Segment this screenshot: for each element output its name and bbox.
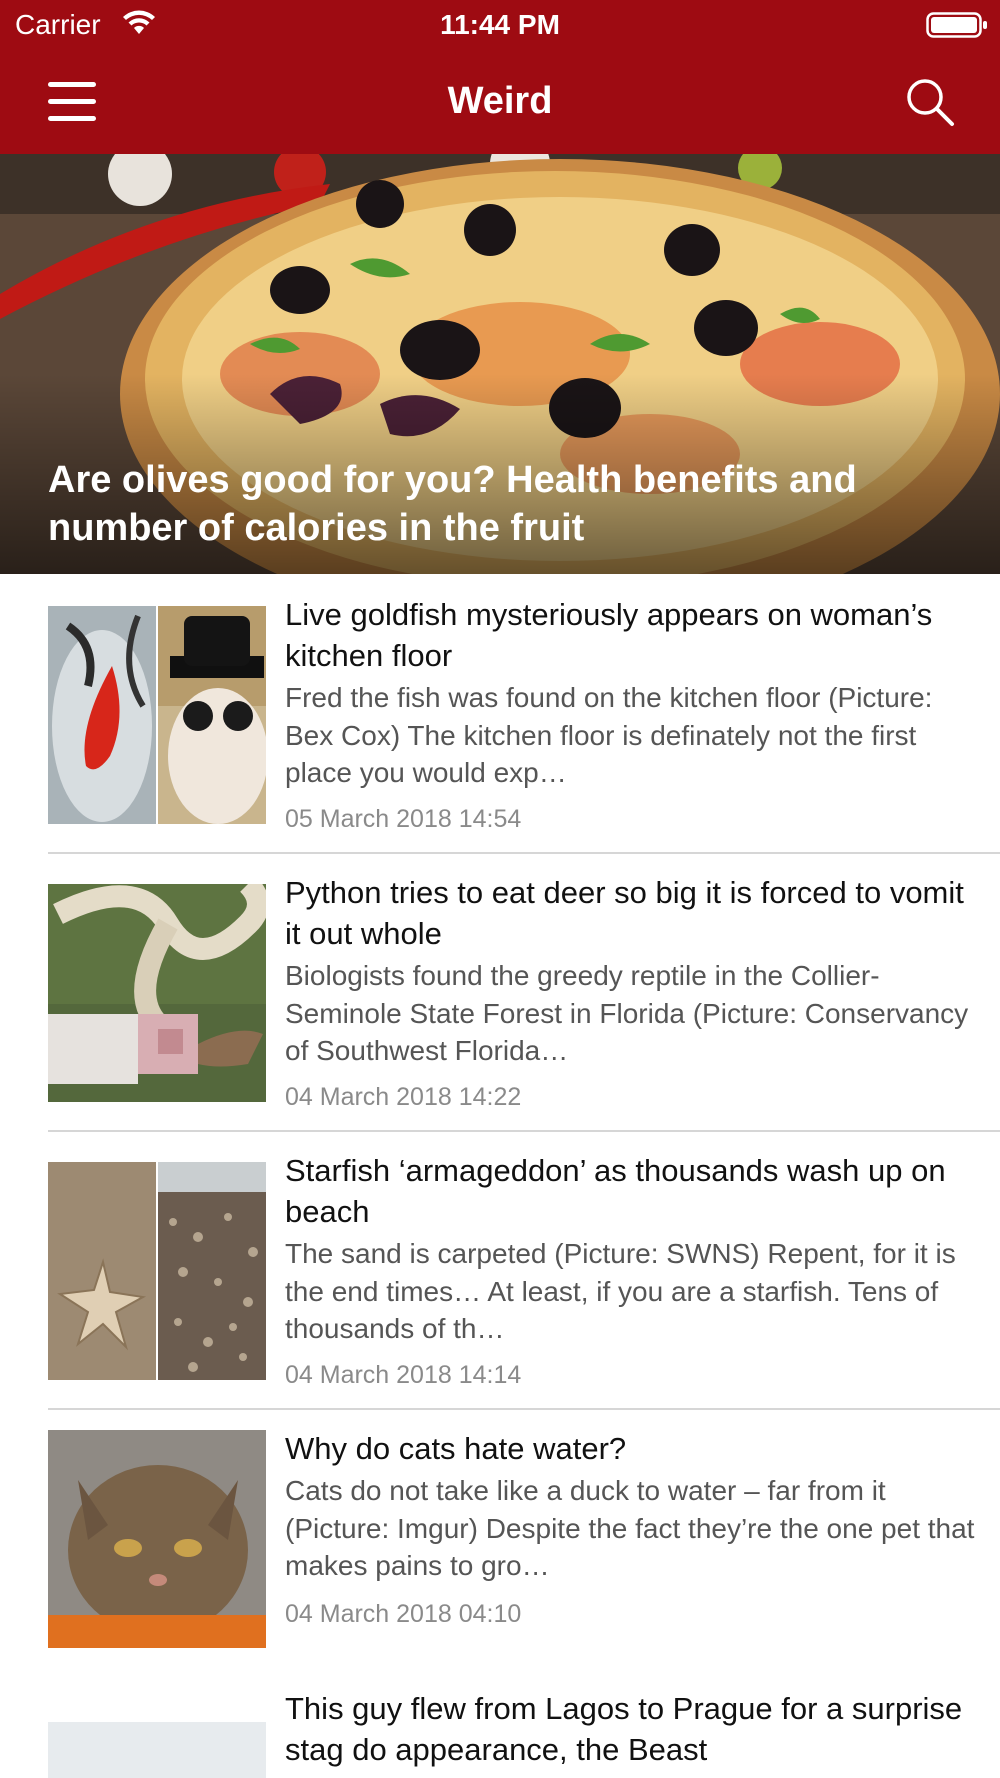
article-item-cats[interactable]: Why do cats hate water? Cats do not take… [0, 1408, 1000, 1670]
search-icon[interactable] [902, 74, 958, 130]
article-headline: Starfish ‘armageddon’ as thousands wash … [285, 1153, 946, 1229]
article-thumbnail [48, 884, 266, 1102]
article-thumbnail [48, 1722, 266, 1778]
article-item-python[interactable]: Python tries to eat deer so big it is fo… [0, 852, 1000, 1130]
navigation-bar: Weird [0, 50, 1000, 154]
article-summary: The sand is carpeted (Picture: SWNS) Rep… [285, 1238, 956, 1344]
article-date: 04 March 2018 14:22 [285, 1083, 522, 1111]
article-summary: Biologists found the greedy reptile in t… [285, 960, 969, 1066]
battery-icon [926, 12, 987, 38]
page-title: Weird [447, 80, 553, 122]
article-summary: Fred the fish was found on the kitchen f… [285, 682, 933, 788]
article-date: 05 March 2018 14:54 [285, 805, 522, 833]
article-thumbnail [48, 1162, 266, 1380]
featured-article[interactable]: Are olives good for you? Health benefits… [0, 154, 1000, 574]
article-summary: Cats do not take like a duck to water – … [285, 1475, 975, 1581]
status-bar: Carrier 11:44 PM [0, 0, 1000, 50]
app-bar: Carrier 11:44 PM Weird [0, 0, 1000, 154]
article-item-goldfish[interactable]: Live goldfish mysteriously appears on wo… [0, 574, 1000, 854]
article-date: 04 March 2018 14:14 [285, 1361, 522, 1389]
article-headline: Why do cats hate water? [285, 1431, 627, 1466]
article-item-lagos[interactable]: This guy flew from Lagos to Prague for a… [0, 1670, 1000, 1778]
clock-label: 11:44 PM [440, 9, 560, 40]
featured-article-title: Are olives good for you? Health benefits… [48, 459, 857, 549]
article-thumbnail [48, 606, 266, 824]
article-headline: This guy flew from Lagos to Prague for a… [285, 1691, 963, 1767]
article-headline: Python tries to eat deer so big it is fo… [285, 875, 964, 951]
article-thumbnail [48, 1430, 266, 1648]
article-headline: Live goldfish mysteriously appears on wo… [285, 597, 933, 673]
article-item-starfish[interactable]: Starfish ‘armageddon’ as thousands wash … [0, 1130, 1000, 1408]
article-date: 04 March 2018 04:10 [285, 1600, 522, 1628]
